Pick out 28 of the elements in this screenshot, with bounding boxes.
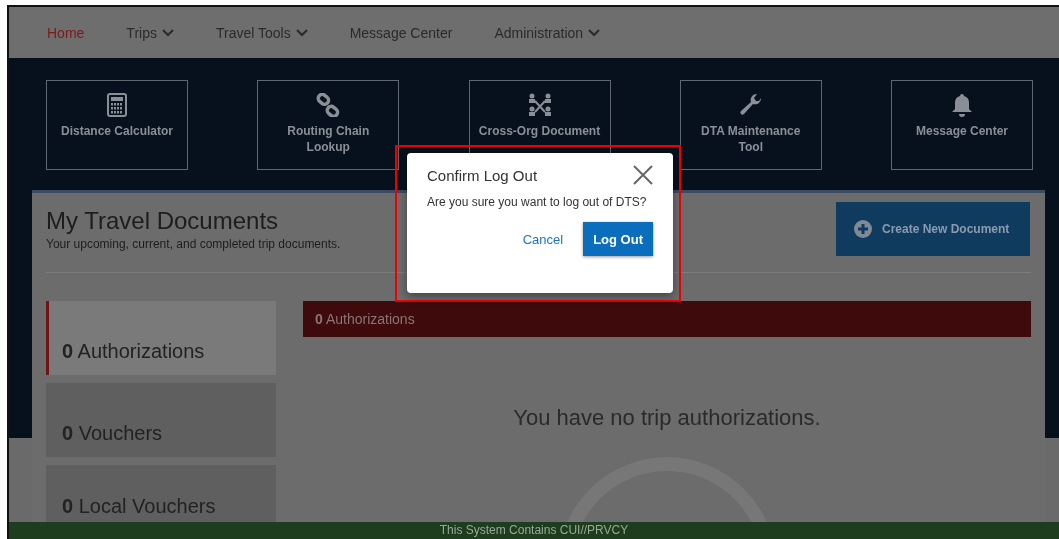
nav-menu-item[interactable]: Administration: [482, 18, 613, 47]
log-out-button[interactable]: Log Out: [583, 222, 653, 256]
close-icon[interactable]: [633, 165, 653, 185]
people-network-icon: [526, 93, 553, 117]
page-subtitle: Your upcoming, current, and completed trip documents.: [46, 237, 341, 251]
results-header: 0 Authorizations: [303, 301, 1031, 337]
document-tab[interactable]: 0 Vouchers: [46, 383, 276, 457]
chain-link-icon: [316, 93, 341, 117]
create-document-button[interactable]: Create New Document: [836, 202, 1030, 256]
document-tab[interactable]: 0 Authorizations: [46, 301, 276, 375]
document-tab[interactable]: 0 Local Vouchers: [46, 465, 276, 522]
nav-menu-item[interactable]: Home: [35, 18, 97, 47]
tool-tile[interactable]: Routing Chain Lookup: [257, 80, 400, 170]
nav-menu-item[interactable]: Message Center: [337, 18, 465, 47]
tool-tile[interactable]: Distance Calculator: [46, 80, 188, 170]
tool-tile[interactable]: DTA Maintenance Tool: [679, 80, 822, 170]
nav-menu-item[interactable]: Trips: [114, 18, 186, 47]
dialog-message: Are you sure you want to log out of DTS?: [427, 195, 648, 209]
tool-tile[interactable]: Message Center: [891, 80, 1033, 170]
calculator-icon: [107, 93, 127, 117]
page-title: My Travel Documents: [46, 207, 280, 235]
empty-message: You have no trip authorizations.: [513, 405, 821, 431]
cancel-button[interactable]: Cancel: [522, 231, 564, 247]
nav-menu-item[interactable]: Travel Tools: [203, 18, 320, 47]
plus-circle-icon: [854, 220, 872, 238]
classification-banner: This System Contains CUI//PRVCY: [9, 522, 1059, 539]
wrench-icon: [738, 93, 763, 117]
bell-icon: [951, 93, 973, 117]
